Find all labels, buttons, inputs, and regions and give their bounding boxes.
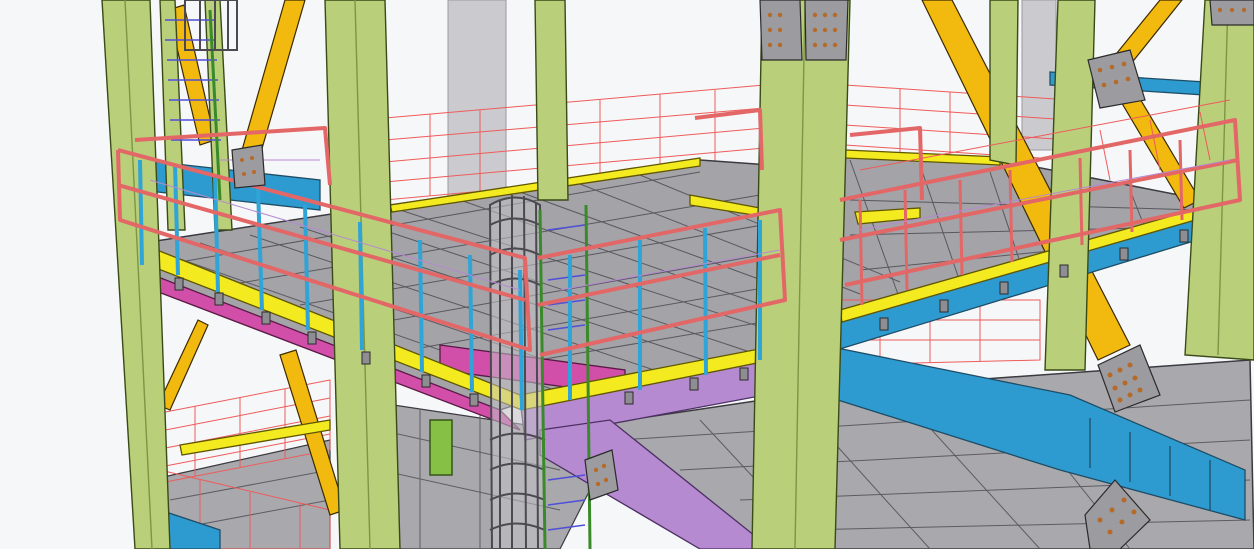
column-5 bbox=[989, 0, 1019, 166]
3d-model-viewport[interactable] bbox=[0, 0, 1254, 549]
steel-structure-model[interactable] bbox=[0, 0, 1254, 549]
column-3 bbox=[534, 0, 569, 201]
column-4 bbox=[751, 0, 851, 549]
ladder-cage bbox=[488, 195, 547, 549]
